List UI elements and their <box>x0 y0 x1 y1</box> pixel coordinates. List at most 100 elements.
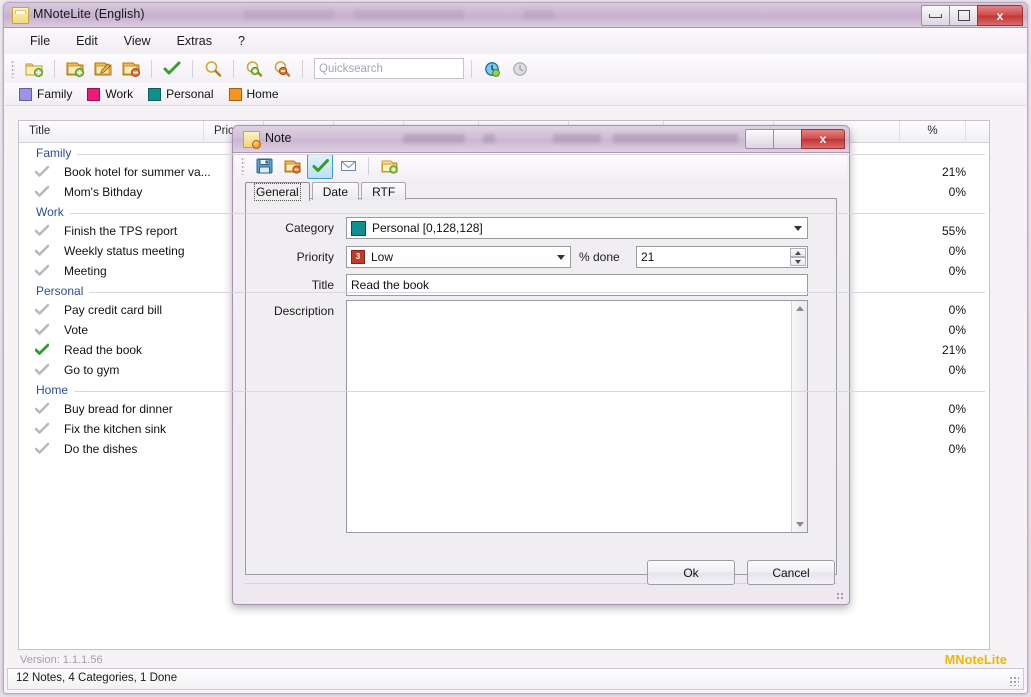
mark-done-icon[interactable] <box>307 153 333 179</box>
toolbar-grip[interactable] <box>11 59 15 78</box>
edit-note-icon[interactable] <box>90 56 116 81</box>
stepper-buttons[interactable] <box>790 248 806 266</box>
new-note-icon[interactable] <box>376 154 402 179</box>
category-chip-personal[interactable]: Personal <box>148 87 214 101</box>
mark-done-icon[interactable] <box>159 56 185 81</box>
description-label: Description <box>273 304 334 318</box>
dialog-ghost-text-3 <box>553 134 601 143</box>
maximize-button[interactable] <box>949 5 978 26</box>
priority-label: Priority <box>296 250 334 264</box>
row-title: Mom's Bithday <box>64 185 143 199</box>
done-check-icon[interactable] <box>35 303 49 316</box>
maximize-icon <box>957 10 970 21</box>
zoom-in-icon[interactable] <box>241 56 267 81</box>
category-chip-home[interactable]: Home <box>228 87 279 101</box>
chevron-down-icon[interactable] <box>552 248 569 266</box>
done-check-icon[interactable] <box>35 363 49 376</box>
done-check-icon[interactable] <box>35 264 49 277</box>
tab-label: RTF <box>372 185 396 199</box>
description-scrollbar[interactable] <box>791 301 807 532</box>
title-label: Title <box>311 278 334 292</box>
resize-grip[interactable] <box>1009 676 1019 686</box>
menubar: File Edit View Extras ? <box>5 28 1026 54</box>
menu-edit[interactable]: Edit <box>63 31 111 51</box>
done-check-icon[interactable] <box>35 244 49 257</box>
note-app-icon <box>12 7 29 24</box>
done-check-icon[interactable] <box>35 343 49 356</box>
column-header-title[interactable]: Title <box>19 121 204 141</box>
toolbar-separator-4 <box>233 59 234 78</box>
titlebar-ghost-text-1 <box>244 10 334 19</box>
delete-note-icon[interactable] <box>118 56 144 81</box>
row-title: Pay credit card bill <box>64 303 163 317</box>
new-category-icon[interactable] <box>21 56 47 81</box>
category-color-swatch <box>148 87 162 101</box>
tab-general[interactable]: General <box>245 182 310 201</box>
priority-combobox[interactable]: 3 Low <box>346 246 571 268</box>
zoom-out-icon[interactable] <box>269 56 295 81</box>
save-icon[interactable] <box>251 154 277 179</box>
stepper-down-button[interactable] <box>790 257 806 266</box>
dialog-ghost-text-4 <box>613 134 738 143</box>
search-icon[interactable] <box>200 56 226 81</box>
category-label: Family <box>37 87 73 101</box>
category-combobox[interactable]: Personal [0,128,128] <box>346 217 808 239</box>
scroll-up-icon[interactable] <box>792 301 807 316</box>
priority-badge: 3 <box>351 250 365 264</box>
category-color-swatch <box>228 87 242 101</box>
row-title: Weekly status meeting <box>64 244 185 258</box>
close-button[interactable]: x <box>977 5 1023 26</box>
menu-extras[interactable]: Extras <box>164 31 225 51</box>
done-check-icon[interactable] <box>35 323 49 336</box>
category-color-swatch <box>87 87 101 101</box>
new-note-icon[interactable] <box>62 56 88 81</box>
scroll-down-icon[interactable] <box>792 517 807 532</box>
dialog-toolbar-grip[interactable] <box>241 157 245 175</box>
row-percent: 21% <box>941 343 966 357</box>
percent-done-value: 21 <box>641 250 655 264</box>
row-title: Finish the TPS report <box>64 224 178 238</box>
row-title: Buy bread for dinner <box>64 402 173 416</box>
cancel-button[interactable]: Cancel <box>747 560 835 585</box>
main-toolbar <box>5 54 1026 84</box>
dialog-titlebar[interactable]: Note x <box>233 126 849 153</box>
done-check-icon[interactable] <box>35 165 49 178</box>
minimize-button[interactable] <box>921 5 950 26</box>
stepper-up-button[interactable] <box>790 248 806 257</box>
description-textarea[interactable] <box>346 300 808 533</box>
main-titlebar[interactable]: MNoteLite (English) x <box>4 3 1027 28</box>
quicksearch-input[interactable] <box>314 58 464 79</box>
percent-done-stepper[interactable]: 21 <box>636 246 808 268</box>
dialog-maximize-button[interactable] <box>773 129 802 149</box>
ok-button[interactable]: Ok <box>647 560 735 585</box>
tab-rtf[interactable]: RTF <box>361 182 407 200</box>
menu-view[interactable]: View <box>111 31 164 51</box>
category-chip-work[interactable]: Work <box>87 87 133 101</box>
done-check-icon[interactable] <box>35 402 49 415</box>
titlebar-ghost-text-2 <box>354 10 464 19</box>
done-check-icon[interactable] <box>35 422 49 435</box>
row-percent: 0% <box>948 303 966 317</box>
done-check-icon[interactable] <box>35 224 49 237</box>
category-chip-family[interactable]: Family <box>19 87 72 101</box>
save-close-icon[interactable] <box>279 154 305 179</box>
alarm-off-icon[interactable] <box>507 56 533 81</box>
column-header-percent[interactable]: % <box>900 121 966 141</box>
category-filter-bar: Family Work Personal Home <box>5 83 1026 106</box>
dialog-minimize-button[interactable] <box>745 129 774 149</box>
dialog-resize-grip[interactable] <box>836 592 845 601</box>
version-label: Version: 1.1.1.56 <box>20 654 103 666</box>
titlebar-ghost-text-3 <box>524 10 554 19</box>
tab-label: General <box>254 183 301 201</box>
window-title: MNoteLite (English) <box>33 7 145 21</box>
menu-file[interactable]: File <box>17 31 63 51</box>
tab-date[interactable]: Date <box>311 182 360 200</box>
tab-label: Date <box>322 185 349 199</box>
done-check-icon[interactable] <box>35 185 49 198</box>
chevron-down-icon[interactable] <box>789 219 806 237</box>
done-check-icon[interactable] <box>35 442 49 455</box>
alarm-icon[interactable] <box>479 56 505 81</box>
send-mail-icon[interactable] <box>335 154 361 179</box>
menu-help[interactable]: ? <box>225 31 258 51</box>
dialog-close-button[interactable]: x <box>801 129 845 149</box>
